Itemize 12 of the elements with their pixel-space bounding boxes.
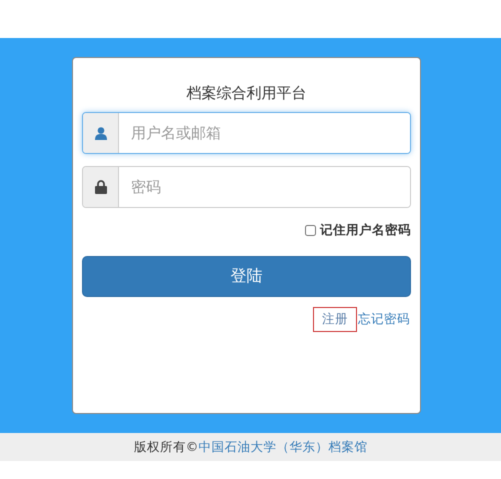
user-icon	[94, 126, 108, 140]
copyright-text: 版权所有©	[134, 438, 198, 456]
link[interactable]: 注册	[313, 307, 357, 332]
login-button[interactable]: 登陆	[82, 256, 411, 297]
lock-icon	[94, 180, 106, 194]
input-field[interactable]: 用户名或邮箱	[82, 112, 411, 154]
login-title: 档案综合利用平台	[186, 84, 308, 103]
link[interactable]: 忘记密码	[357, 307, 411, 332]
input-field[interactable]: 密码	[82, 166, 411, 208]
archive-link[interactable]: 中国石油大学（华东）档案馆	[198, 438, 368, 456]
remember-label: 记住用户名密码	[320, 222, 411, 238]
remember-checkbox[interactable]	[305, 224, 316, 236]
